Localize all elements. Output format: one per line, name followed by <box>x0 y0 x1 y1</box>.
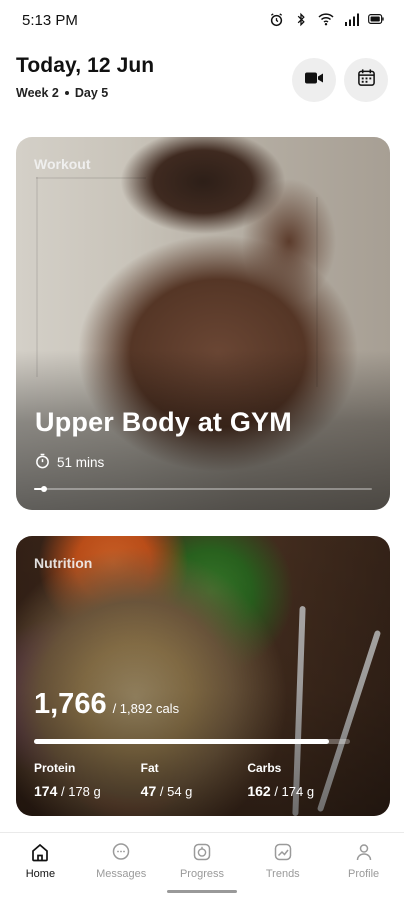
workout-label: Workout <box>34 156 91 172</box>
nav-item-profile[interactable]: Profile <box>324 833 404 889</box>
calories-target: / 1,892 cals <box>112 701 180 716</box>
macro-target: / 54 g <box>159 784 193 799</box>
nutrition-label: Nutrition <box>34 555 93 571</box>
video-call-button[interactable] <box>292 58 336 102</box>
calories-consumed: 1,766 <box>34 688 107 720</box>
macro-label: Fat <box>140 761 159 775</box>
signal-icon <box>343 11 359 27</box>
calendar-button[interactable] <box>344 58 388 102</box>
door-panel-line <box>36 177 146 179</box>
nav-item-trends[interactable]: Trends <box>243 833 323 889</box>
macro-value: 174 / 178 g <box>34 783 141 799</box>
status-time: 5:13 PM <box>22 12 78 29</box>
macro-amount: 162 <box>247 783 271 799</box>
workout-progress-track <box>34 486 372 492</box>
macro-amount: 174 <box>34 783 58 799</box>
progress-icon <box>191 841 213 863</box>
macros-row: Protein 174 / 178 g Fat 47 / 54 g Carbs … <box>34 761 354 799</box>
macro-target: / 178 g <box>60 784 101 799</box>
status-bar: 5:13 PM <box>0 0 404 40</box>
home-indicator <box>167 890 237 893</box>
workout-card[interactable]: Workout Upper Body at GYM 51 mins <box>16 137 390 510</box>
macro-value: 162 / 174 g <box>247 783 354 799</box>
macro-label: Protein <box>34 761 76 775</box>
door-panel-line <box>36 177 38 377</box>
battery-icon <box>368 11 384 27</box>
nav-label-progress: Progress <box>179 868 224 880</box>
trends-icon <box>272 841 294 863</box>
nav-item-progress[interactable]: Progress <box>162 833 242 889</box>
macro-amount: 47 <box>140 783 157 799</box>
macro-value: 47 / 54 g <box>141 783 248 799</box>
header: Today, 12 Jun Week 2 Day 5 <box>16 54 388 106</box>
video-camera-icon <box>304 71 324 90</box>
home-icon <box>29 841 51 863</box>
nav-item-home[interactable]: Home <box>0 833 80 889</box>
nav-item-messages[interactable]: Messages <box>81 833 161 889</box>
calorie-progress-fill <box>34 739 329 744</box>
nav-label-trends: Trends <box>265 868 300 880</box>
workout-duration: 51 mins <box>35 453 104 472</box>
calorie-progress-track <box>34 739 350 744</box>
alarm-icon <box>268 11 284 27</box>
duration-text: 51 mins <box>57 455 105 470</box>
calendar-icon <box>357 68 376 92</box>
calories-summary: 1,766 / 1,892 cals <box>34 688 179 721</box>
separator-dot <box>64 91 69 95</box>
nav-label-profile: Profile <box>347 868 380 880</box>
workout-title: Upper Body at GYM <box>35 407 292 437</box>
day-label: Day 5 <box>74 86 109 100</box>
week-label: Week 2 <box>16 86 59 100</box>
wifi-icon <box>318 11 334 27</box>
macro-carbs: Carbs 162 / 174 g <box>247 761 354 799</box>
macro-target: / 174 g <box>274 784 315 799</box>
stopwatch-icon <box>35 453 50 472</box>
status-icons <box>268 11 384 27</box>
nav-label-messages: Messages <box>96 868 147 880</box>
macro-fat: Fat 47 / 54 g <box>141 761 248 799</box>
macro-label: Carbs <box>247 761 282 775</box>
macro-protein: Protein 174 / 178 g <box>34 761 141 799</box>
nav-label-home: Home <box>25 868 56 880</box>
nutrition-card[interactable]: Nutrition 1,766 / 1,892 cals Protein 174… <box>16 536 390 816</box>
bluetooth-icon <box>293 11 309 27</box>
chat-icon <box>110 841 132 863</box>
profile-icon <box>353 841 375 863</box>
